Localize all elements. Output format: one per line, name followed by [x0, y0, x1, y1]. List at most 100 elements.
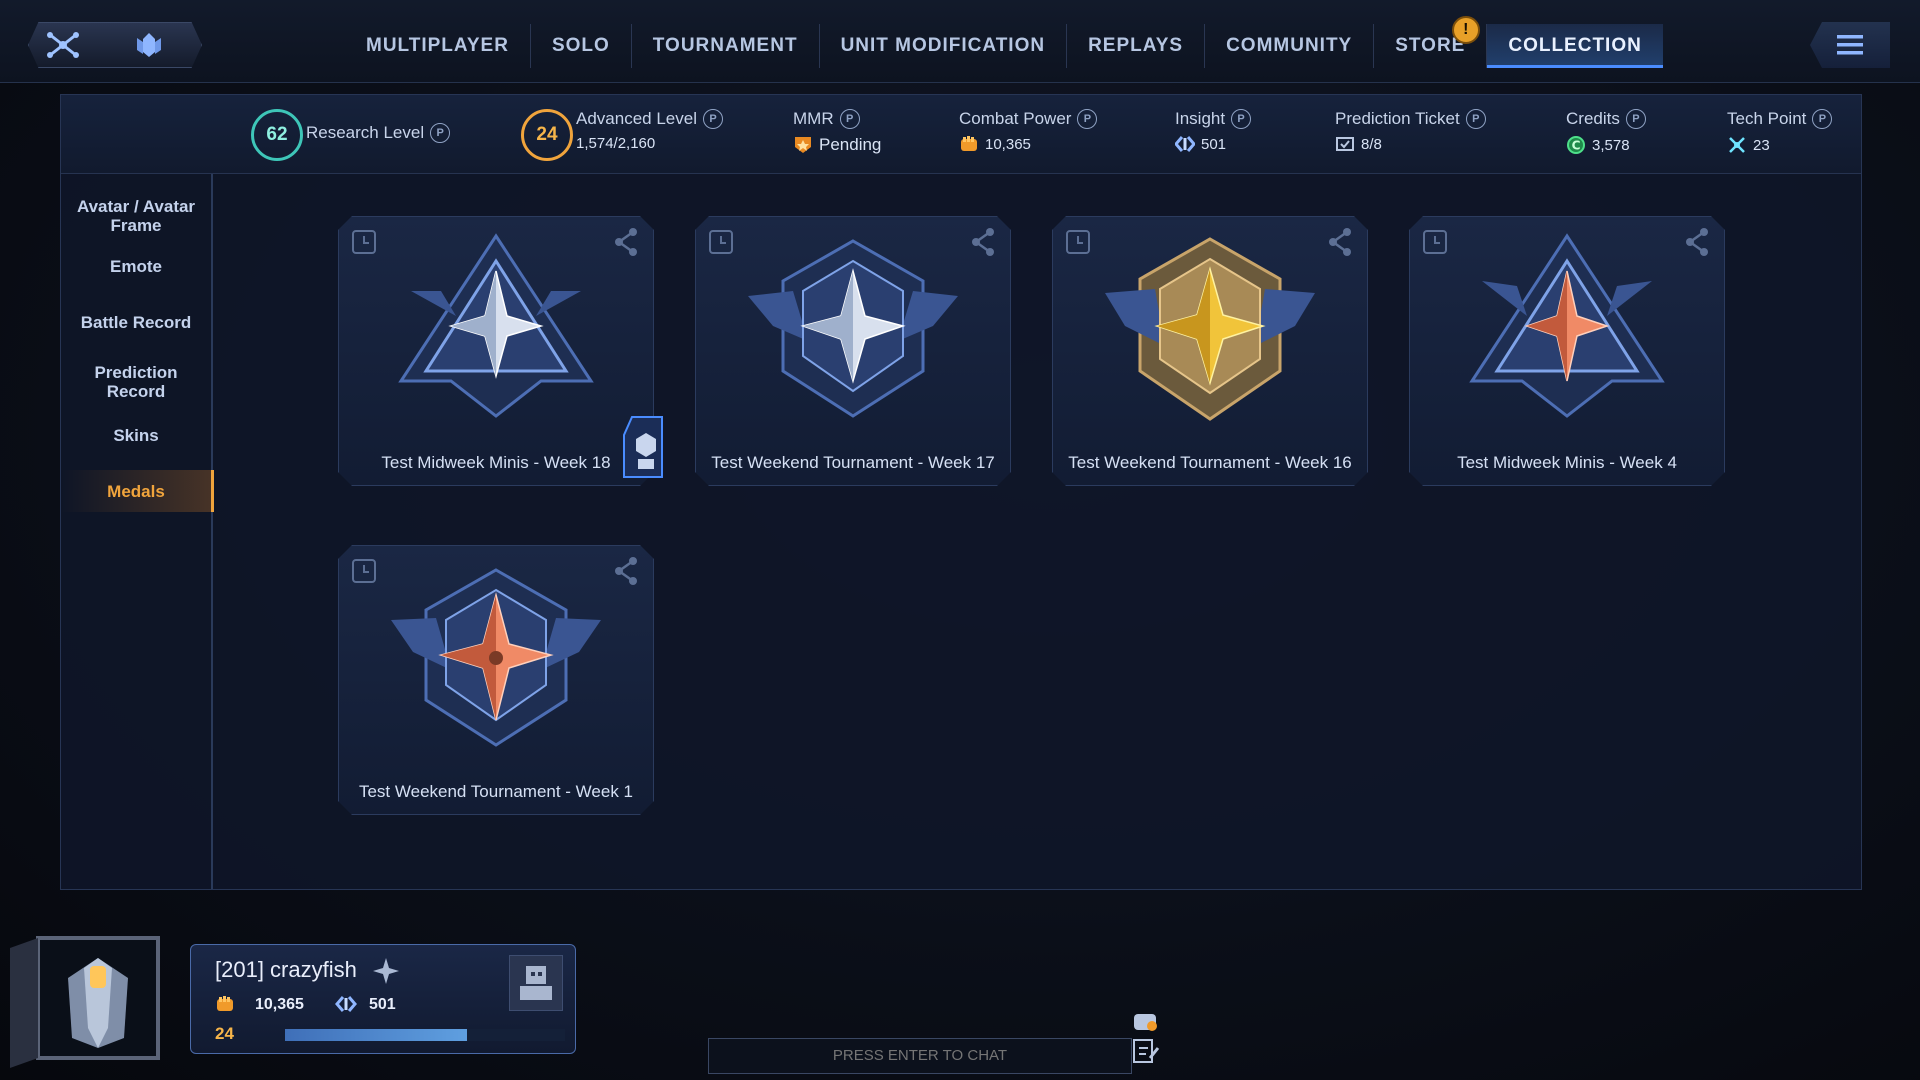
- mmr-value: Pending: [819, 135, 882, 154]
- svg-text:C: C: [1572, 139, 1581, 153]
- help-icon[interactable]: P: [1231, 109, 1252, 129]
- medal-card[interactable]: Test Midweek Minis - Week 18: [338, 216, 654, 486]
- help-icon[interactable]: P: [1625, 109, 1646, 129]
- medal-card[interactable]: Test Midweek Minis - Week 4: [1409, 216, 1725, 486]
- stat-label: MMR: [793, 109, 834, 128]
- equipped-badge-icon: [623, 416, 663, 478]
- help-icon[interactable]: P: [1077, 109, 1098, 129]
- help-icon[interactable]: P: [702, 109, 723, 129]
- tech-point-icon: [1729, 137, 1745, 153]
- medal-title: Test Weekend Tournament - Week 17: [711, 453, 995, 472]
- rank-emblem-icon: [373, 958, 399, 984]
- clock-icon[interactable]: [708, 229, 734, 255]
- tab-solo[interactable]: SOLO: [531, 24, 632, 68]
- medal-card[interactable]: Test Weekend Tournament - Week 16: [1052, 216, 1368, 486]
- medal-copper-winged-icon: [391, 560, 601, 760]
- chat-settings-icon[interactable]: [1130, 1012, 1162, 1068]
- sidebar-item-skins[interactable]: Skins: [61, 426, 211, 445]
- help-icon[interactable]: P: [839, 109, 860, 129]
- sidebar-item-medals[interactable]: Medals: [61, 470, 214, 512]
- tab-label: REPLAYS: [1088, 35, 1184, 56]
- stat-tech-point: Tech Point P 23: [1727, 109, 1833, 155]
- fist-icon: [217, 996, 233, 1011]
- stat-research-level: Research Level P: [306, 123, 451, 143]
- stat-label: Prediction Ticket: [1335, 109, 1460, 128]
- sidebar-item-emote[interactable]: Emote: [61, 257, 211, 276]
- share-icon[interactable]: [613, 227, 639, 257]
- tab-label: TOURNAMENT: [652, 35, 798, 56]
- collection-panel: 62 Research Level P 24 Advanced Level P 1,…: [60, 94, 1862, 890]
- stat-label: Insight: [1175, 109, 1226, 128]
- stat-label: Combat Power: [959, 109, 1072, 128]
- stat-label: Advanced Level: [576, 109, 697, 128]
- research-level-ring: 62: [251, 109, 303, 161]
- tab-tournament[interactable]: TOURNAMENT: [632, 24, 820, 68]
- tab-label: MULTIPLAYER: [366, 35, 509, 56]
- help-icon[interactable]: P: [1812, 109, 1833, 129]
- sidebar-item-battle-record[interactable]: Battle Record: [61, 313, 211, 332]
- sidebar-item-avatar-frame[interactable]: Avatar / Avatar Frame: [61, 197, 211, 235]
- player-xp-bar: [285, 1029, 565, 1041]
- stat-advanced-level: Advanced Level P 1,574/2,160: [576, 109, 723, 152]
- network-icon[interactable]: [33, 23, 93, 67]
- main-tabs: MULTIPLAYER SOLO TOURNAMENT UNIT MODIFIC…: [345, 16, 1663, 76]
- medal-gold-winged-icon: [1105, 231, 1315, 431]
- share-icon[interactable]: [1684, 227, 1710, 257]
- help-icon[interactable]: P: [430, 123, 451, 143]
- mmr-rank-icon: [795, 137, 811, 153]
- robot-profile-icon: [520, 966, 552, 1000]
- profile-button[interactable]: [509, 955, 563, 1011]
- player-level: 24: [215, 1024, 234, 1043]
- sidebar-item-prediction-record[interactable]: Prediction Record: [61, 363, 211, 401]
- player-name: [201] crazyfish: [215, 957, 357, 982]
- tab-label: COLLECTION: [1508, 35, 1642, 56]
- share-icon[interactable]: [970, 227, 996, 257]
- tab-unit-modification[interactable]: UNIT MODIFICATION: [820, 24, 1068, 68]
- hamburger-menu-icon[interactable]: [1810, 22, 1890, 68]
- player-xp-fill: [285, 1029, 467, 1041]
- store-alert-badge: !: [1452, 16, 1481, 44]
- credits-value: 3,578: [1592, 136, 1630, 154]
- player-avatar[interactable]: [0, 908, 170, 1068]
- player-info-card[interactable]: [201] crazyfish 10,365 501 24: [190, 944, 576, 1054]
- tab-label: SOLO: [551, 35, 610, 56]
- stat-mmr: MMR P Pending: [793, 109, 881, 155]
- help-icon[interactable]: P: [1465, 109, 1486, 129]
- share-icon[interactable]: [613, 556, 639, 586]
- medal-card[interactable]: Test Weekend Tournament - Week 1: [338, 545, 654, 815]
- insight-icon: [335, 996, 357, 1012]
- chat-input[interactable]: [708, 1038, 1132, 1074]
- fist-icon: [961, 136, 977, 151]
- sidebar-item-label: Prediction Record: [94, 363, 178, 401]
- tech-point-value: 23: [1753, 136, 1770, 154]
- clock-icon[interactable]: [351, 229, 377, 255]
- tab-multiplayer[interactable]: MULTIPLAYER: [345, 24, 531, 68]
- guardian-icon[interactable]: [119, 23, 179, 67]
- medal-card[interactable]: Test Weekend Tournament - Week 17: [695, 216, 1011, 486]
- stat-prediction-ticket: Prediction Ticket P 8/8: [1335, 109, 1486, 153]
- sidebar-item-label: Skins: [113, 426, 159, 445]
- share-icon[interactable]: [1327, 227, 1353, 257]
- sidebar-item-label: Emote: [110, 257, 162, 276]
- tab-label: COMMUNITY: [1226, 35, 1353, 56]
- player-combat-power: 10,365: [255, 996, 304, 1013]
- advanced-level-progress: 1,574/2,160: [576, 135, 656, 152]
- tab-label: UNIT MODIFICATION: [840, 35, 1046, 56]
- tab-store[interactable]: STORE!: [1374, 16, 1488, 68]
- clock-icon[interactable]: [1065, 229, 1091, 255]
- sidebar-item-label: Medals: [107, 481, 165, 501]
- stat-label: Research Level: [306, 123, 425, 142]
- collection-sidebar: Avatar / Avatar Frame Emote Battle Recor…: [61, 174, 214, 889]
- insight-icon: [1175, 136, 1195, 152]
- clock-icon[interactable]: [1422, 229, 1448, 255]
- tab-collection[interactable]: COLLECTION: [1487, 24, 1663, 68]
- medal-title: Test Midweek Minis - Week 18: [381, 453, 611, 472]
- stat-combat-power: Combat Power P 10,365: [959, 109, 1098, 153]
- tab-replays[interactable]: REPLAYS: [1067, 24, 1206, 68]
- tab-community[interactable]: COMMUNITY: [1205, 24, 1375, 68]
- stat-insight: Insight P 501: [1175, 109, 1252, 153]
- clock-icon[interactable]: [351, 558, 377, 584]
- sidebar-item-label: Avatar / Avatar Frame: [76, 197, 196, 235]
- medal-title: Test Weekend Tournament - Week 1: [358, 782, 634, 801]
- stat-label: Credits: [1566, 109, 1620, 128]
